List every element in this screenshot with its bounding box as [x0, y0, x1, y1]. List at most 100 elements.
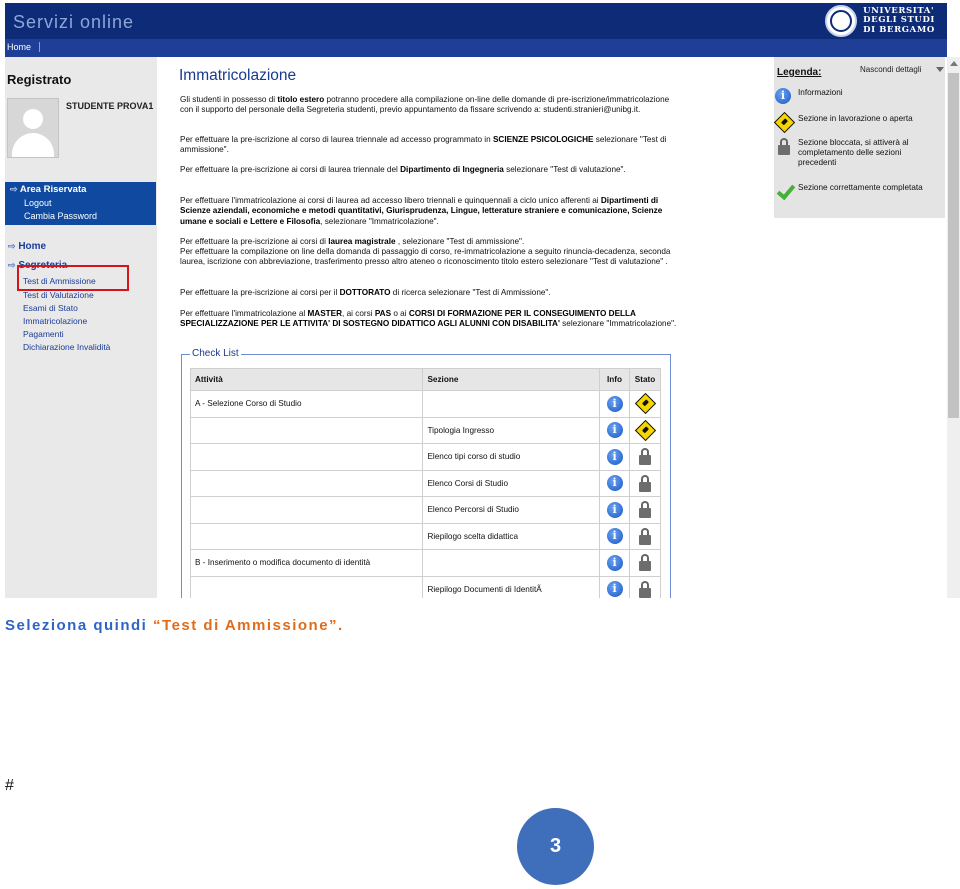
info-icon[interactable]: i — [606, 448, 623, 465]
info-cell: i — [599, 575, 631, 598]
status-cell — [629, 522, 661, 550]
dottorato-paragraph: Per effettuare la pre-iscrizione ai cors… — [180, 288, 551, 297]
sidebar-item-home[interactable]: ⇨ Home — [8, 241, 46, 252]
section-cell: Riepilogo scelta didattica — [422, 522, 601, 550]
table-row: Tipologia Ingresso i — [189, 416, 661, 444]
screenshot: Servizi online UNIVERSITA' DEGLI STUDI D… — [0, 0, 960, 598]
section-cell — [422, 390, 601, 418]
info-icon[interactable]: i — [606, 395, 623, 412]
reserved-area-box: ⇨ Area Riservata Logout Cambia Password — [5, 182, 156, 225]
checklist-table: Attività Sezione Info Stato A - Selezion… — [189, 368, 661, 598]
ingegneria-paragraph: Per effettuare la pre-iscrizione ai cors… — [180, 165, 626, 174]
status-cell — [629, 496, 661, 524]
section-cell: Elenco Corsi di Studio — [422, 469, 601, 497]
lock-icon — [777, 138, 791, 155]
info-icon[interactable]: i — [606, 581, 623, 598]
student-name: STUDENTE PROVA1 — [66, 101, 154, 111]
scrollbar[interactable] — [947, 57, 960, 598]
sidebar-item-pagamenti[interactable]: Pagamenti — [23, 329, 64, 339]
info-cell: i — [599, 549, 631, 577]
info-icon[interactable]: i — [606, 554, 623, 571]
legend-panel: Legenda: Nascondi dettagli i Informazion… — [773, 57, 945, 218]
column-header: Info — [599, 368, 631, 391]
chevron-down-icon[interactable] — [936, 67, 944, 72]
info-icon: i — [775, 88, 791, 104]
lock-icon — [638, 501, 652, 519]
nav-home-link[interactable]: Home — [7, 42, 41, 52]
info-cell: i — [599, 496, 631, 524]
status-cell — [629, 575, 661, 598]
info-cell: i — [599, 390, 631, 418]
activity-cell — [189, 522, 424, 550]
sidebar-item-immatricolazione[interactable]: Immatricolazione — [23, 316, 87, 326]
section-cell: Elenco tipi corso di studio — [422, 443, 601, 471]
status-cell — [629, 443, 661, 471]
university-logo[interactable]: UNIVERSITA' DEGLI STUDI DI BERGAMO — [825, 5, 935, 37]
activity-cell — [189, 469, 424, 497]
info-icon[interactable]: i — [606, 501, 623, 518]
lock-icon — [638, 527, 652, 545]
table-row: Elenco Corsi di Studio i — [189, 469, 661, 497]
logout-link[interactable]: Logout — [24, 198, 52, 208]
lock-icon — [638, 448, 652, 466]
rinuncia-paragraph: Per effettuare la compilazione on line d… — [180, 247, 671, 267]
avatar — [7, 98, 59, 158]
sidebar-title: Registrato — [7, 72, 72, 87]
table-row: Elenco Percorsi di Studio i — [189, 496, 661, 524]
magistrale-paragraph: Per effettuare la pre-iscrizione ai cors… — [180, 237, 525, 246]
info-icon[interactable]: i — [606, 422, 623, 439]
nav-bar: Home — [5, 39, 947, 57]
work-in-progress-icon[interactable] — [634, 393, 656, 415]
info-icon[interactable]: i — [606, 528, 623, 545]
sidebar: Registrato STUDENTE PROVA1 ⇨ Area Riserv… — [5, 57, 157, 598]
status-cell — [629, 390, 661, 418]
column-header: Stato — [629, 368, 661, 391]
checklist-body: A - Selezione Corso di Studio i Tipologia … — [189, 390, 661, 598]
section-cell: Tipologia Ingresso — [422, 416, 601, 444]
table-row: Riepilogo scelta didattica i — [189, 522, 661, 550]
arrow-right-icon: ⇨ — [8, 241, 16, 251]
university-line: DI BERGAMO — [863, 24, 935, 35]
info-icon[interactable]: i — [606, 475, 623, 492]
status-cell — [629, 416, 661, 444]
activity-cell: A - Selezione Corso di Studio — [189, 390, 424, 418]
site-brand[interactable]: Servizi online — [13, 12, 134, 33]
info-cell: i — [599, 469, 631, 497]
university-seal-icon — [825, 5, 858, 37]
activity-cell — [189, 575, 424, 598]
hide-details-toggle[interactable]: Nascondi dettagli — [860, 65, 921, 74]
psicologiche-paragraph: Per effettuare la pre-iscrizione al cors… — [180, 135, 667, 155]
info-cell: i — [599, 416, 631, 444]
top-banner: Servizi online UNIVERSITA' DEGLI STUDI D… — [5, 3, 947, 39]
status-cell — [629, 469, 661, 497]
scroll-up-icon[interactable] — [950, 61, 958, 66]
work-in-progress-icon[interactable] — [634, 419, 656, 441]
activity-cell — [189, 416, 424, 444]
section-cell: Elenco Percorsi di Studio — [422, 496, 601, 524]
change-password-link[interactable]: Cambia Password — [24, 211, 97, 221]
sidebar-item-test-valutazione[interactable]: Test di Valutazione — [23, 290, 94, 300]
reserved-area-title[interactable]: ⇨ Area Riservata — [10, 184, 86, 195]
activity-cell — [189, 496, 424, 524]
table-row: B - Inserimento o modifica documento di … — [189, 549, 661, 577]
master-paragraph: Per effettuare l'immatricolazione al MAS… — [180, 309, 677, 329]
section-cell — [422, 549, 601, 577]
scrollbar-thumb[interactable] — [948, 73, 959, 418]
checkmark-icon — [775, 183, 793, 197]
status-cell — [629, 549, 661, 577]
activity-cell: B - Inserimento o modifica documento di … — [189, 549, 424, 577]
info-cell: i — [599, 443, 631, 471]
lock-icon — [638, 580, 652, 598]
table-header-row: Attività Sezione Info Stato — [189, 368, 661, 391]
sidebar-item-dichiarazione-invalidita[interactable]: Dichiarazione Invalidità — [23, 342, 110, 352]
intro-paragraph: Gli studenti in possesso di titolo ester… — [180, 95, 670, 115]
arrow-right-icon: ⇨ — [8, 260, 16, 270]
column-header: Sezione — [422, 368, 601, 391]
table-row: Riepilogo Documenti di IdentitÃ i — [189, 575, 661, 598]
lock-icon — [638, 554, 652, 572]
legend-item-label: Sezione bloccata, si attiverà al complet… — [798, 138, 909, 167]
legend-item-label: Sezione in lavorazione o aperta — [798, 114, 913, 123]
table-row: A - Selezione Corso di Studio i — [189, 390, 661, 418]
table-row: Elenco tipi corso di studio i — [189, 443, 661, 471]
sidebar-item-esami-stato[interactable]: Esami di Stato — [23, 303, 78, 313]
